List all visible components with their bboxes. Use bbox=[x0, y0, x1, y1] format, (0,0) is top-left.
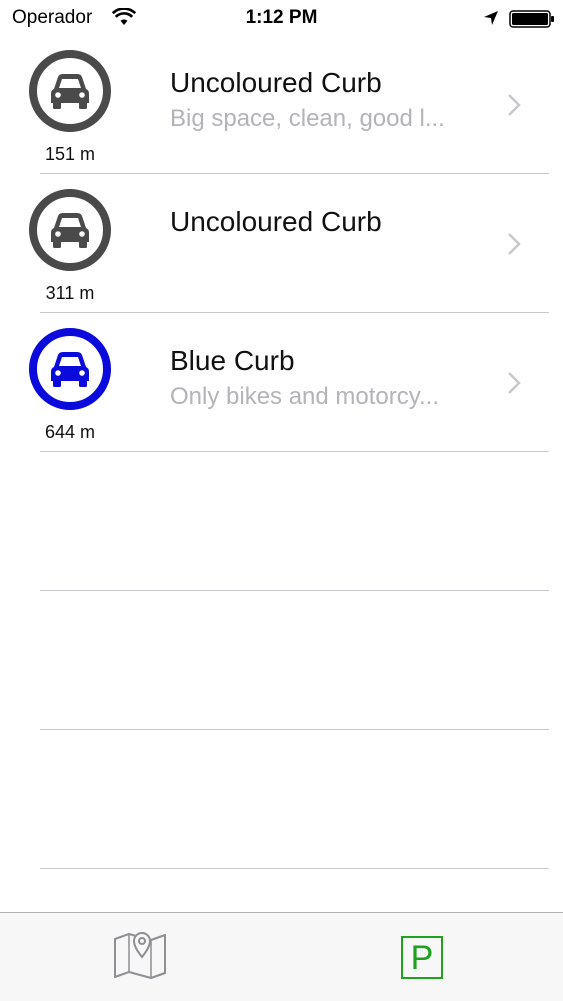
empty-row-divider bbox=[40, 729, 549, 730]
battery-icon bbox=[509, 10, 555, 34]
list-item[interactable]: 311 m Uncoloured Curb bbox=[0, 174, 563, 313]
distance-label: 311 m bbox=[45, 283, 95, 303]
list-item[interactable]: 151 m Uncoloured Curb Big space, clean, … bbox=[0, 35, 563, 174]
car-icon bbox=[28, 188, 112, 272]
spot-title: Uncoloured Curb bbox=[170, 206, 382, 237]
spot-subtitle: Big space, clean, good l... bbox=[170, 105, 445, 132]
tab-bar: P bbox=[0, 912, 563, 1001]
chevron-right-icon bbox=[507, 232, 521, 261]
list-item[interactable]: 644 m Blue Curb Only bikes and motorcy..… bbox=[0, 313, 563, 452]
map-pin-icon bbox=[112, 929, 168, 986]
status-bar: Operador 1:12 PM bbox=[0, 0, 563, 38]
distance-label: 151 m bbox=[44, 144, 96, 164]
parking-icon: P bbox=[401, 935, 443, 979]
car-icon bbox=[28, 49, 112, 133]
spot-subtitle: Only bikes and motorcy... bbox=[170, 383, 439, 410]
tab-map[interactable] bbox=[80, 913, 200, 1001]
row-divider bbox=[40, 451, 549, 452]
location-arrow-icon bbox=[483, 10, 499, 32]
clock-time: 1:12 PM bbox=[245, 7, 318, 28]
chevron-right-icon bbox=[507, 93, 521, 122]
spot-title: Blue Curb bbox=[170, 345, 295, 376]
empty-row-divider bbox=[40, 590, 549, 591]
car-icon bbox=[28, 327, 112, 411]
distance-label: 644 m bbox=[44, 422, 96, 442]
empty-row-divider bbox=[40, 868, 549, 869]
chevron-right-icon bbox=[507, 371, 521, 400]
spot-title: Uncoloured Curb bbox=[170, 67, 382, 98]
tab-parking[interactable]: P bbox=[362, 913, 482, 1001]
